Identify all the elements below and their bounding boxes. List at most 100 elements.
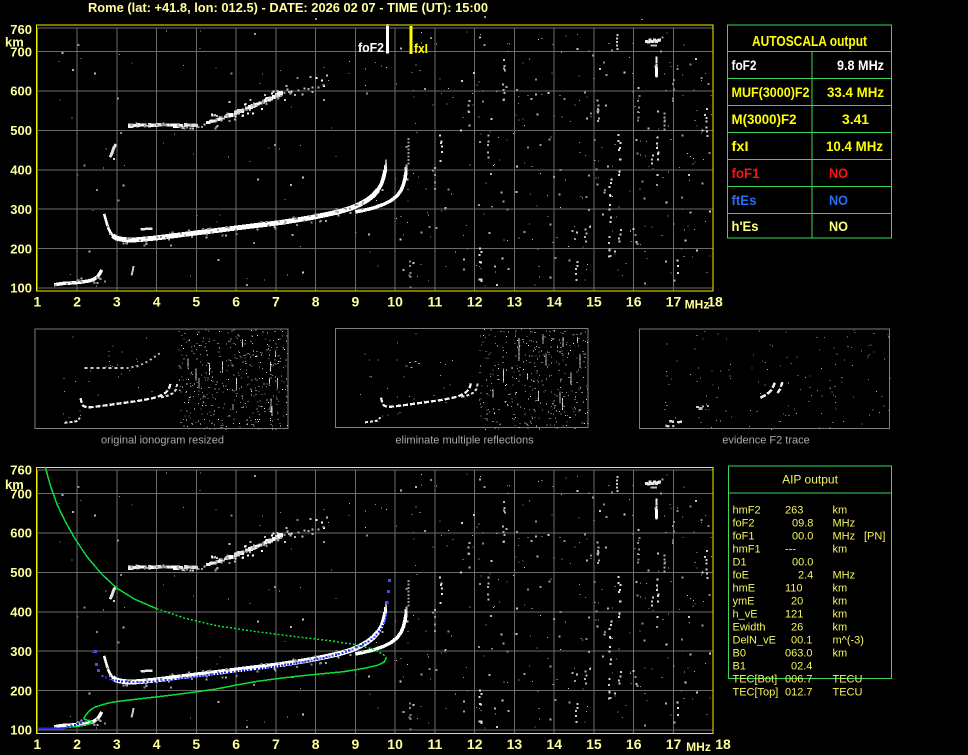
svg-text:MHz: MHz bbox=[833, 570, 856, 582]
svg-text:4: 4 bbox=[153, 736, 161, 752]
svg-text:ftEs: ftEs bbox=[732, 192, 757, 208]
svg-text:TECU: TECU bbox=[833, 674, 863, 686]
svg-text:7: 7 bbox=[272, 736, 280, 752]
svg-text:foF2: foF2 bbox=[732, 57, 757, 73]
svg-text:Ewidth: Ewidth bbox=[733, 622, 766, 634]
svg-text:4: 4 bbox=[153, 294, 161, 310]
svg-text:D1: D1 bbox=[733, 557, 747, 569]
svg-text:TEC[Bot]: TEC[Bot] bbox=[733, 674, 778, 686]
svg-text:km: km bbox=[833, 648, 848, 660]
svg-text:11: 11 bbox=[427, 736, 442, 752]
svg-text:ymE: ymE bbox=[733, 596, 755, 608]
svg-text:MUF(3000)F2: MUF(3000)F2 bbox=[732, 84, 810, 100]
svg-text:121: 121 bbox=[785, 609, 803, 621]
svg-text:km: km bbox=[833, 544, 848, 556]
svg-text:9: 9 bbox=[352, 736, 360, 752]
svg-text:original ionogram resized: original ionogram resized bbox=[101, 435, 224, 447]
svg-text:200: 200 bbox=[10, 683, 32, 698]
svg-text:00.0: 00.0 bbox=[792, 531, 813, 543]
svg-text:012.7: 012.7 bbox=[785, 687, 813, 699]
svg-text:760: 760 bbox=[10, 463, 32, 478]
svg-text:km: km bbox=[833, 622, 848, 634]
svg-text:10.4 MHz: 10.4 MHz bbox=[826, 138, 883, 154]
svg-text:MHz: MHz bbox=[685, 298, 710, 312]
svg-text:---: --- bbox=[785, 544, 796, 556]
svg-text:2: 2 bbox=[73, 736, 81, 752]
svg-text:B0: B0 bbox=[733, 648, 746, 660]
svg-text:200: 200 bbox=[10, 241, 32, 256]
svg-text:15: 15 bbox=[586, 294, 602, 310]
svg-text:263: 263 bbox=[785, 505, 803, 517]
svg-text:AIP output: AIP output bbox=[782, 473, 838, 487]
svg-text:00.1: 00.1 bbox=[791, 635, 812, 647]
svg-text:14: 14 bbox=[546, 294, 562, 310]
svg-text:2: 2 bbox=[73, 294, 81, 310]
svg-text:12: 12 bbox=[467, 294, 483, 310]
svg-text:8: 8 bbox=[312, 294, 320, 310]
svg-text:5: 5 bbox=[192, 736, 200, 752]
svg-text:3: 3 bbox=[113, 736, 121, 752]
svg-text:foF1: foF1 bbox=[733, 531, 755, 543]
svg-text:00.0: 00.0 bbox=[792, 557, 813, 569]
svg-text:15: 15 bbox=[586, 736, 602, 752]
svg-text:km: km bbox=[833, 505, 848, 517]
svg-text:eliminate multiple reflections: eliminate multiple reflections bbox=[395, 435, 534, 447]
svg-text:TECU: TECU bbox=[833, 687, 863, 699]
svg-text:m^(-3): m^(-3) bbox=[833, 635, 864, 647]
svg-text:Rome (lat: +41.8, lon: 012.5): Rome (lat: +41.8, lon: 012.5) - DATE: 20… bbox=[88, 0, 488, 15]
svg-text:17: 17 bbox=[666, 736, 682, 752]
svg-text:foF2: foF2 bbox=[358, 41, 384, 55]
svg-text:km: km bbox=[833, 609, 848, 621]
svg-text:700: 700 bbox=[10, 44, 32, 59]
svg-text:hmE: hmE bbox=[733, 583, 756, 595]
svg-text:11: 11 bbox=[427, 294, 442, 310]
svg-text:500: 500 bbox=[10, 123, 32, 138]
svg-text:5: 5 bbox=[192, 294, 200, 310]
svg-text:16: 16 bbox=[626, 294, 642, 310]
svg-text:h'Es: h'Es bbox=[732, 218, 759, 234]
svg-text:33.4 MHz: 33.4 MHz bbox=[827, 84, 884, 100]
svg-text:16: 16 bbox=[626, 736, 642, 752]
svg-text:6: 6 bbox=[232, 736, 240, 752]
svg-text:1: 1 bbox=[33, 294, 41, 310]
svg-text:300: 300 bbox=[10, 644, 32, 659]
svg-text:MHz: MHz bbox=[833, 531, 856, 543]
svg-text:400: 400 bbox=[10, 163, 32, 178]
svg-text:3.41: 3.41 bbox=[842, 111, 869, 127]
svg-text:fxI: fxI bbox=[414, 42, 428, 56]
svg-text:063.0: 063.0 bbox=[785, 648, 813, 660]
svg-text:evidence F2 trace: evidence F2 trace bbox=[722, 435, 809, 447]
svg-text:hmF2: hmF2 bbox=[733, 505, 761, 517]
svg-text:600: 600 bbox=[10, 84, 32, 99]
svg-text:fxI: fxI bbox=[732, 138, 749, 154]
svg-text:3: 3 bbox=[113, 294, 121, 310]
svg-text:09.8: 09.8 bbox=[792, 518, 813, 530]
svg-text:6: 6 bbox=[232, 294, 240, 310]
svg-text:26: 26 bbox=[791, 622, 803, 634]
svg-text:17: 17 bbox=[666, 294, 682, 310]
svg-text:[PN]: [PN] bbox=[864, 531, 885, 543]
svg-text:MHz: MHz bbox=[686, 740, 711, 754]
svg-text:100: 100 bbox=[10, 723, 32, 738]
svg-text:10: 10 bbox=[387, 736, 403, 752]
svg-text:NO: NO bbox=[829, 192, 848, 208]
svg-text:foF1: foF1 bbox=[732, 165, 760, 181]
svg-text:400: 400 bbox=[10, 605, 32, 620]
svg-text:13: 13 bbox=[507, 294, 523, 310]
svg-text:02.4: 02.4 bbox=[791, 661, 812, 673]
svg-text:foE: foE bbox=[733, 570, 750, 582]
svg-text:B1: B1 bbox=[733, 661, 746, 673]
svg-text:300: 300 bbox=[10, 202, 32, 217]
svg-text:9: 9 bbox=[352, 294, 360, 310]
svg-text:h_vE: h_vE bbox=[733, 609, 758, 621]
svg-text:km: km bbox=[833, 583, 848, 595]
svg-text:1: 1 bbox=[33, 736, 41, 752]
svg-text:20: 20 bbox=[791, 596, 803, 608]
svg-text:2.4: 2.4 bbox=[798, 570, 813, 582]
svg-text:8: 8 bbox=[312, 736, 320, 752]
svg-text:7: 7 bbox=[272, 294, 280, 310]
svg-text:M(3000)F2: M(3000)F2 bbox=[732, 111, 797, 127]
svg-text:18: 18 bbox=[715, 736, 731, 752]
svg-text:700: 700 bbox=[10, 486, 32, 501]
svg-text:foF2: foF2 bbox=[733, 518, 755, 530]
